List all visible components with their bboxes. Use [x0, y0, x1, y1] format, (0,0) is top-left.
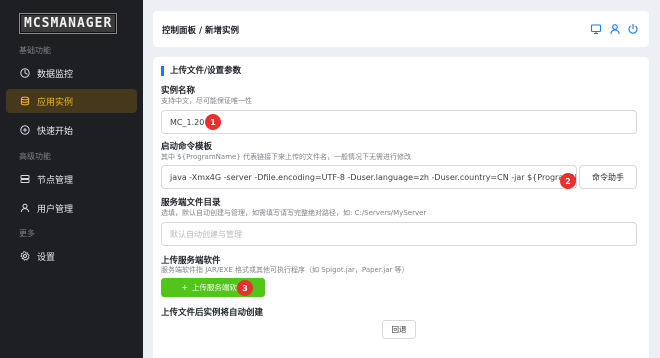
- sidebar-item-nodes[interactable]: 节点管理: [6, 167, 137, 191]
- start-command-value: java -Xmx4G -server -Dfile.encoding=UTF-…: [170, 172, 577, 182]
- instance-name-input[interactable]: MC_1.20: [161, 110, 637, 134]
- server-dir-input[interactable]: 默认自动创建与管理: [161, 222, 637, 246]
- sidebar-item-label: 数据监控: [37, 69, 74, 80]
- instance-name-value: MC_1.20: [170, 117, 205, 127]
- start-command-input[interactable]: java -Xmx4G -server -Dfile.encoding=UTF-…: [161, 165, 577, 189]
- sidebar-item-quickstart[interactable]: 快速开始: [6, 118, 137, 142]
- instance-name-desc: 支持中文，尽可能保证唯一性: [161, 97, 252, 105]
- server-dir-label: 服务端文件目录: [161, 198, 221, 208]
- plus-circle-icon: [20, 125, 30, 135]
- app-logo: MCSMANAGER: [19, 13, 118, 34]
- auto-create-note: 上传文件后实例将自动创建: [161, 308, 264, 318]
- nodes-icon: [20, 175, 30, 183]
- section-label-basic: 基础功能: [19, 46, 51, 55]
- step-marker-1: 1: [205, 114, 221, 130]
- back-button[interactable]: 回退: [382, 320, 416, 339]
- sidebar: MCSMANAGER 基础功能 数据监控 应用实例 快速开始 高级功能 节点管理…: [0, 0, 143, 358]
- card-title: 上传文件/设置参数: [161, 66, 241, 76]
- sidebar-item-instances[interactable]: 应用实例: [6, 89, 137, 113]
- sidebar-item-label: 快速开始: [37, 126, 74, 137]
- sidebar-item-label: 设置: [37, 252, 56, 263]
- server-dir-desc: 选填，默认自动创建与管理，如需填写请写完整绝对路径，如: C:/Servers/…: [161, 209, 427, 217]
- server-dir-placeholder: 默认自动创建与管理: [170, 229, 242, 239]
- sidebar-item-users[interactable]: 用户管理: [6, 196, 137, 220]
- power-icon[interactable]: [627, 23, 639, 35]
- section-label-advanced: 高级功能: [19, 152, 51, 161]
- start-command-label: 启动命令模板: [161, 142, 213, 152]
- start-command-desc: 其中 ${ProgramName} 代表链接下来上传的文件名，一般情况下无需进行…: [161, 153, 411, 161]
- notice-icon[interactable]: [590, 23, 602, 35]
- sidebar-item-dashboard[interactable]: 数据监控: [6, 61, 137, 85]
- upload-desc: 服务端软件指 JAR/EXE 格式或其他可执行程序（如 Spigot.jar，P…: [161, 266, 409, 274]
- sidebar-item-label: 应用实例: [37, 97, 74, 108]
- sidebar-item-settings[interactable]: 设置: [6, 244, 137, 268]
- top-header: 控制面板 / 新增实例: [153, 11, 649, 47]
- sidebar-item-label: 用户管理: [37, 204, 74, 215]
- instance-name-label: 实例名称: [161, 86, 196, 96]
- form-card: 上传文件/设置参数 实例名称 支持中文，尽可能保证唯一性 MC_1.20 1 启…: [153, 57, 649, 358]
- gear-icon: [20, 251, 30, 261]
- database-icon: [20, 96, 30, 106]
- section-label-more: 更多: [19, 229, 35, 238]
- plus-icon: +: [181, 283, 188, 292]
- command-helper-button[interactable]: 命令助手: [579, 165, 637, 189]
- breadcrumb: 控制面板 / 新增实例: [162, 26, 240, 36]
- sidebar-item-label: 节点管理: [37, 175, 74, 186]
- dashboard-icon: [20, 68, 30, 78]
- step-marker-2: 2: [560, 173, 576, 189]
- user-icon: [20, 203, 30, 213]
- user-icon[interactable]: [609, 23, 621, 35]
- step-marker-3: 3: [237, 280, 253, 296]
